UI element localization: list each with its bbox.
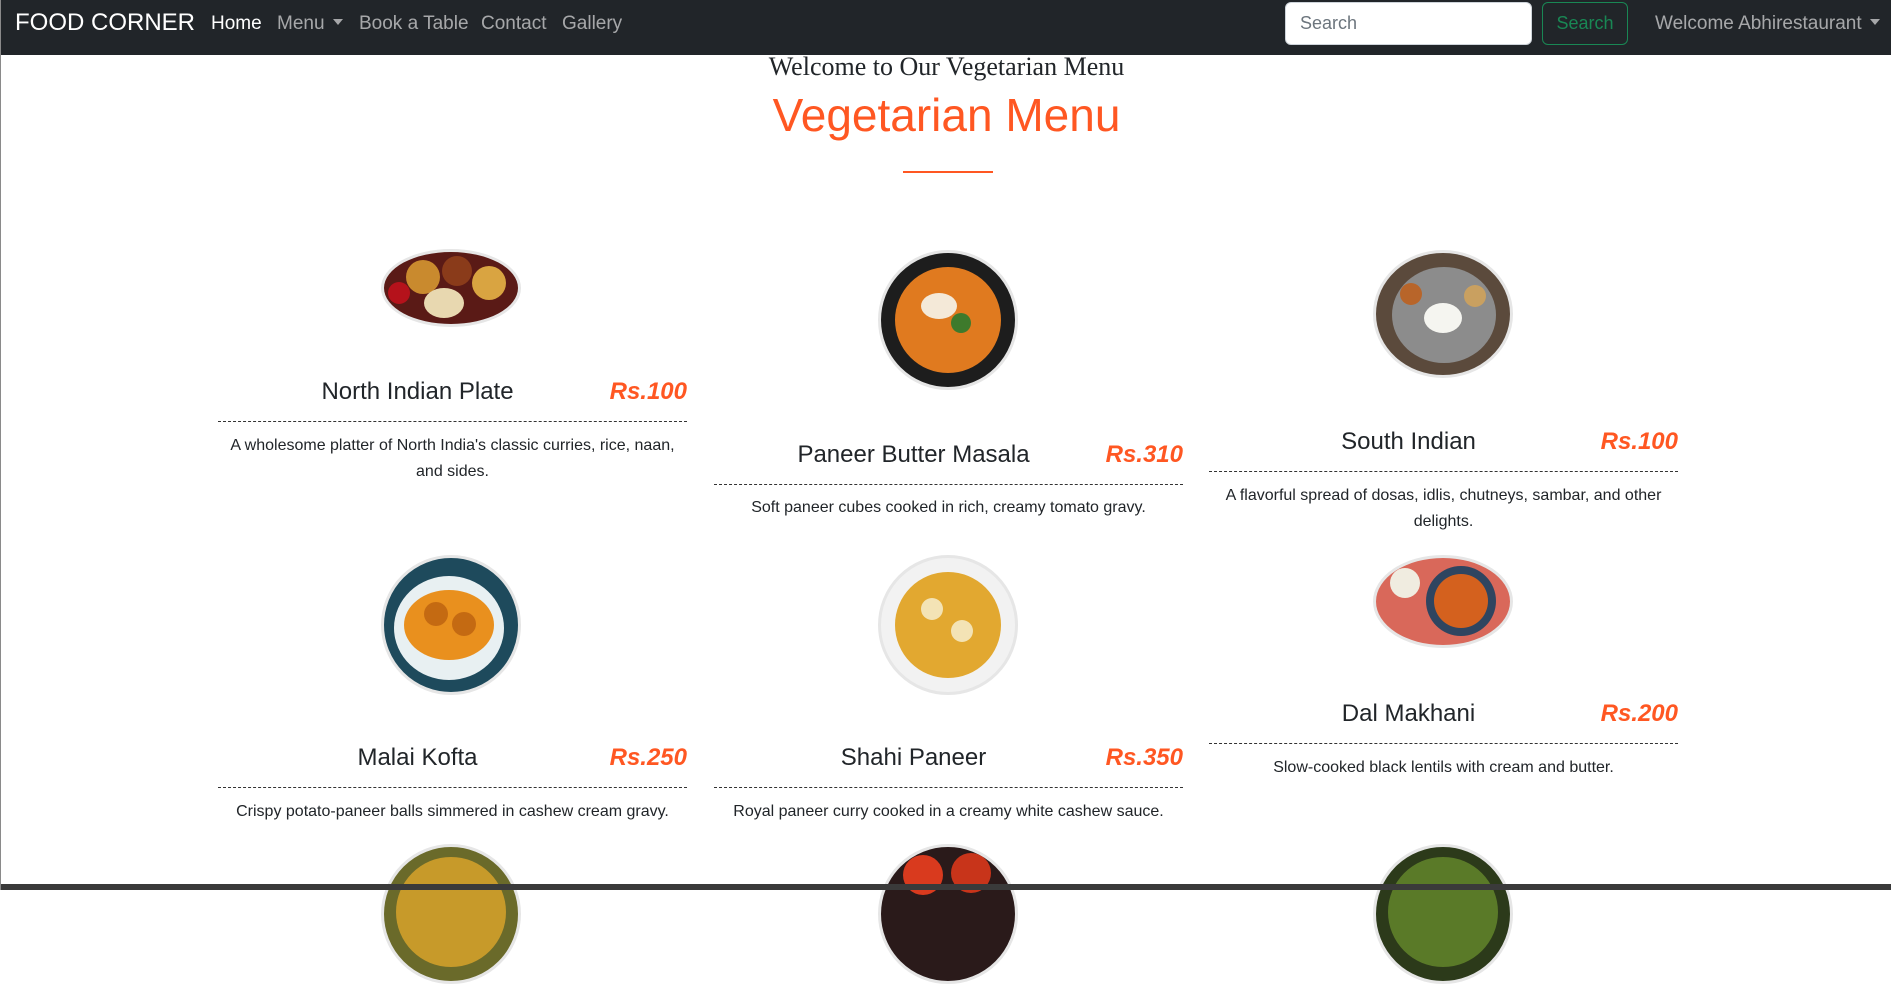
- dish-image[interactable]: [1373, 250, 1513, 378]
- dish-description: A flavorful spread of dosas, idlis, chut…: [1225, 487, 1662, 530]
- dish-description: Royal paneer curry cooked in a creamy wh…: [733, 803, 1164, 820]
- dish-description: A wholesome platter of North India's cla…: [230, 437, 675, 480]
- dish-image-partial[interactable]: [1373, 844, 1513, 984]
- nav-gallery[interactable]: Gallery: [562, 13, 622, 35]
- dish-price: Rs.350: [1105, 744, 1183, 771]
- user-menu-label: Welcome Abhirestaurant: [1655, 13, 1862, 34]
- chevron-down-icon: [1869, 19, 1880, 25]
- window-bottom-edge: [1, 884, 1891, 890]
- dish-image[interactable]: [878, 555, 1018, 695]
- dish-image[interactable]: [381, 249, 521, 327]
- dish-image[interactable]: [878, 250, 1018, 390]
- dish-divider: [1209, 471, 1678, 472]
- dish-price: Rs.250: [609, 744, 687, 771]
- dish-price: Rs.200: [1600, 700, 1678, 727]
- dish-description: Crispy potato-paneer balls simmered in c…: [236, 803, 669, 820]
- welcome-heading: Welcome to Our Vegetarian Menu: [768, 52, 1125, 81]
- dish-image[interactable]: [1373, 555, 1513, 648]
- dish-image[interactable]: [381, 555, 521, 695]
- dish-price: Rs.100: [1600, 428, 1678, 455]
- brand-logo[interactable]: FOOD CORNER: [15, 9, 195, 37]
- navbar: FOOD CORNER Home Menu Book a Table Conta…: [1, 0, 1891, 55]
- dish-description: Soft paneer cubes cooked in rich, creamy…: [751, 499, 1146, 516]
- nav-contact[interactable]: Contact: [481, 13, 546, 35]
- dish-image-partial[interactable]: [381, 844, 521, 984]
- dish-image-partial[interactable]: [878, 844, 1018, 984]
- title-divider: [903, 171, 993, 173]
- nav-menu-label: Menu: [277, 13, 325, 34]
- dish-description: Slow-cooked black lentils with cream and…: [1273, 759, 1614, 776]
- dish-divider: [714, 484, 1183, 485]
- user-menu-dropdown[interactable]: Welcome Abhirestaurant: [1655, 13, 1880, 35]
- search-button[interactable]: Search: [1542, 2, 1628, 45]
- search-input[interactable]: [1285, 2, 1532, 45]
- dish-price: Rs.100: [609, 378, 687, 405]
- dish-divider: [714, 787, 1183, 788]
- nav-book-table[interactable]: Book a Table: [359, 13, 469, 35]
- dish-divider: [1209, 743, 1678, 744]
- page-title: Vegetarian Menu: [772, 89, 1121, 141]
- dish-divider: [218, 421, 687, 422]
- chevron-down-icon: [332, 19, 343, 25]
- nav-home[interactable]: Home: [211, 13, 262, 35]
- nav-menu-dropdown[interactable]: Menu: [277, 13, 343, 35]
- dish-price: Rs.310: [1105, 441, 1183, 468]
- dish-divider: [218, 787, 687, 788]
